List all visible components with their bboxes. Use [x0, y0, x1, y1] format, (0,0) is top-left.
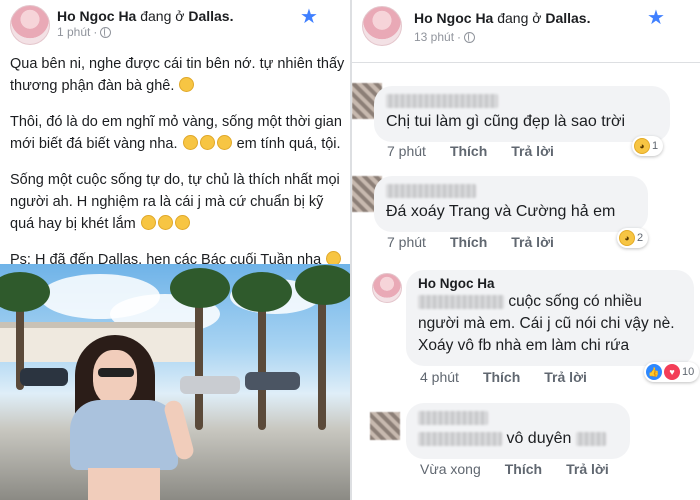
commenter-avatar[interactable]	[370, 412, 400, 440]
comments-panel: Ho Ngoc Ha đang ở Dallas. 13 phút · ★ Ch…	[352, 0, 700, 500]
reply-link[interactable]: Trả lời	[511, 143, 554, 159]
post-paragraph: Qua bên ni, nghe được cái tin bên nớ. tự…	[10, 56, 345, 94]
comment-author-name[interactable]: Ho Ngoc Ha	[418, 276, 682, 291]
comment-time[interactable]: Vừa xong	[420, 461, 481, 477]
reaction-summary[interactable]: ◕ 1	[632, 136, 664, 156]
comment-bubble: Chị tui làm gì cũng đẹp là sao trời	[374, 86, 670, 142]
comment-bubble: vô duyên	[406, 403, 630, 459]
reaction-summary[interactable]: ◕ 2	[617, 228, 649, 248]
ok-hand-emoji-icon	[182, 135, 198, 150]
redacted-text	[575, 431, 606, 446]
comment-actions: 7 phút Thích Trả lời	[387, 234, 554, 250]
reaction-summary[interactable]: 👍 ♥ 10	[644, 362, 700, 382]
like-link[interactable]: Thích	[450, 234, 487, 250]
reply-link[interactable]: Trả lời	[511, 234, 554, 250]
commenter-name-redacted[interactable]	[386, 182, 636, 200]
photo-person-face	[93, 350, 137, 405]
commenter-name-redacted[interactable]	[418, 409, 618, 427]
post-panel: Ho Ngoc Ha đang ở Dallas. 1 phút · ★ Qua…	[0, 0, 350, 500]
mention-redacted[interactable]	[418, 294, 504, 309]
reaction-count: 2	[637, 232, 644, 244]
post-paragraph: Thôi, đó là do em nghĩ mỏ vàng, sống một…	[10, 114, 342, 152]
like-link[interactable]: Thích	[450, 143, 487, 159]
post-location[interactable]: Dallas.	[188, 8, 233, 24]
photo-palm-top	[170, 268, 230, 308]
love-reaction-icon: ♥	[664, 364, 680, 380]
reply-link[interactable]: Trả lời	[566, 461, 609, 477]
post-author-avatar[interactable]	[362, 6, 402, 46]
emoji-icon	[179, 77, 195, 92]
comment-text: vô duyên	[418, 427, 618, 451]
photo-person-sunglasses	[98, 368, 134, 377]
comment-bubble: Đá xoáy Trang và Cường hả em	[374, 176, 648, 232]
haha-reaction-icon: ◕	[619, 230, 635, 246]
photo-person-waist	[88, 468, 160, 500]
ok-hand-emoji-icon	[216, 135, 232, 150]
post-paragraph: Sống một cuộc sống tự do, tự chủ là thíc…	[10, 172, 340, 232]
post-location[interactable]: Dallas.	[545, 10, 590, 26]
comment-bubble: Ho Ngoc Ha cuộc sống có nhiều người mà e…	[406, 270, 694, 366]
like-reaction-icon: 👍	[646, 364, 662, 380]
post-status-verb: đang ở	[140, 8, 185, 24]
post-author-avatar[interactable]	[10, 5, 50, 45]
comment-time[interactable]: 7 phút	[387, 234, 426, 250]
reply-author-avatar[interactable]	[372, 273, 402, 303]
post-time[interactable]: 13 phút	[414, 30, 454, 44]
post-author-name[interactable]: Ho Ngoc Ha	[57, 8, 136, 24]
globe-icon	[100, 26, 112, 38]
post-body: Qua bên ni, nghe được cái tin bên nớ. tự…	[10, 53, 345, 285]
commenter-name-redacted[interactable]	[386, 92, 658, 110]
star-icon[interactable]: ★	[300, 7, 318, 27]
post-meta: 1 phút ·	[57, 25, 112, 39]
haha-reaction-icon: ◕	[634, 138, 650, 154]
post-status-verb: đang ở	[497, 10, 542, 26]
like-link[interactable]: Thích	[483, 369, 520, 385]
post-time[interactable]: 1 phút	[57, 25, 90, 39]
ok-hand-emoji-icon	[199, 135, 215, 150]
laughing-emoji-icon	[157, 215, 173, 230]
globe-icon	[464, 31, 476, 43]
photo-person-top	[70, 400, 178, 470]
like-link[interactable]: Thích	[505, 461, 542, 477]
photo-car	[245, 372, 300, 390]
laughing-emoji-icon	[174, 215, 190, 230]
header-separator	[352, 62, 700, 63]
comment-actions: Vừa xong Thích Trả lời	[420, 461, 609, 477]
comment-actions: 7 phút Thích Trả lời	[387, 143, 554, 159]
post-header-title: Ho Ngoc Ha đang ở Dallas.	[57, 8, 233, 24]
photo-car	[20, 368, 68, 386]
post-meta: 13 phút ·	[414, 30, 476, 44]
reply-link[interactable]: Trả lời	[544, 369, 587, 385]
reaction-count: 10	[682, 366, 695, 378]
laughing-emoji-icon	[140, 215, 156, 230]
photo-palm-top	[232, 272, 292, 312]
comment-actions: 4 phút Thích Trả lời	[420, 369, 587, 385]
reaction-count: 1	[652, 140, 659, 152]
photo-car	[180, 376, 240, 394]
comment-time[interactable]: 4 phút	[420, 369, 459, 385]
comment-time[interactable]: 7 phút	[387, 143, 426, 159]
photo-palm-top	[295, 265, 350, 305]
comment-text: Đá xoáy Trang và Cường hả em	[386, 203, 616, 220]
comment-text: cuộc sống có nhiều người mà em. Cái j cũ…	[418, 293, 675, 354]
post-author-name[interactable]: Ho Ngoc Ha	[414, 10, 493, 26]
comment-text: Chị tui làm gì cũng đẹp là sao trời	[386, 113, 626, 130]
mention-redacted[interactable]	[418, 431, 502, 446]
star-icon[interactable]: ★	[647, 8, 665, 28]
post-header-title: Ho Ngoc Ha đang ở Dallas.	[414, 10, 590, 26]
